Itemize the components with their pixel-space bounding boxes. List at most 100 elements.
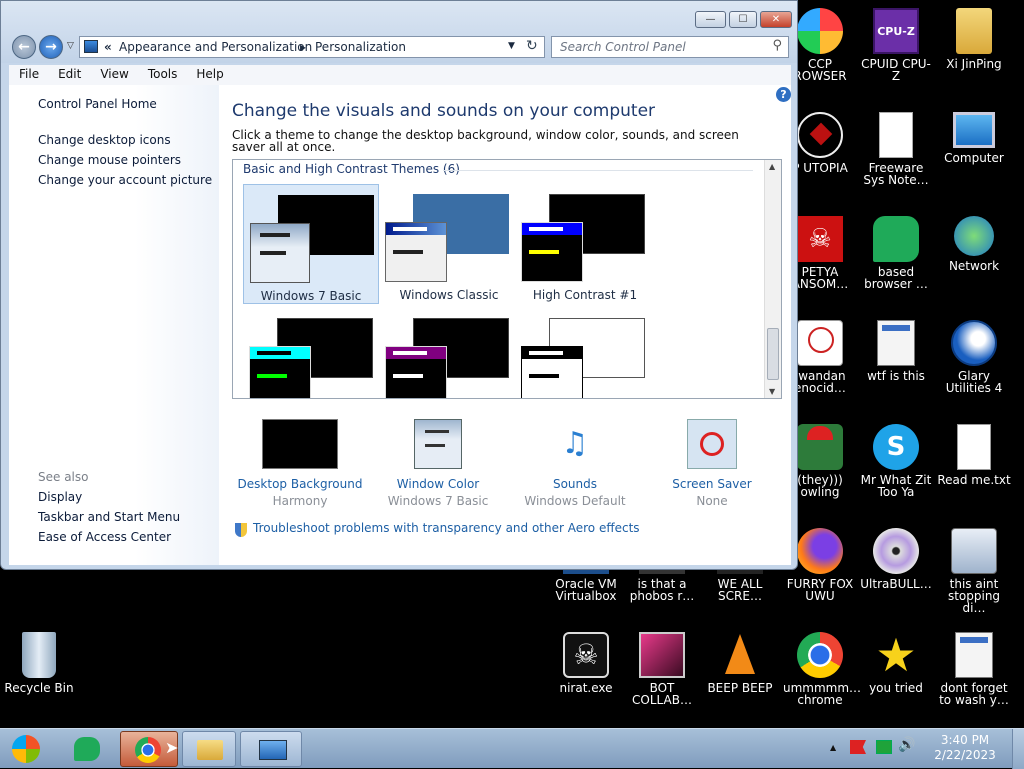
desktop-icon-readme[interactable]: Read me.txt (935, 424, 1013, 524)
search-input[interactable]: Search Control Panel ⚲ (551, 36, 789, 58)
help-icon[interactable]: ? (776, 87, 791, 102)
theme-high-contrast-white[interactable] (517, 310, 653, 398)
desktop-icon-cpuz[interactable]: CPU-Z CPUID CPU-Z (857, 8, 935, 108)
desktop-icon-xi-jinping[interactable]: Xi JinPing (935, 8, 1013, 108)
search-icon[interactable]: ⚲ (772, 38, 782, 53)
taskbar-chat-app[interactable] (62, 731, 112, 767)
page-subtitle: Click a theme to change the desktop back… (232, 128, 739, 154)
desktop-icon-wtf-is-this[interactable]: wtf is this (857, 320, 935, 420)
theme-preview-bar (529, 374, 559, 378)
control-panel-icon (259, 740, 287, 760)
refresh-icon[interactable]: ↻ (526, 38, 538, 54)
minimize-button[interactable]: — (695, 11, 726, 28)
back-button[interactable]: ← (12, 35, 36, 59)
chrome-icon (135, 737, 161, 763)
window-color-item[interactable]: Window Color Windows 7 Basic (368, 419, 508, 508)
breadcrumb-overflow-icon[interactable]: « (104, 40, 112, 54)
screen-saver-item[interactable]: Screen Saver None (642, 419, 782, 508)
desktop-icon-recycle-bin[interactable]: Recycle Bin (0, 632, 78, 732)
desktop-icon-based-browser[interactable]: based browser … (857, 216, 935, 316)
menu-edit[interactable]: Edit (48, 65, 90, 81)
forward-button[interactable]: → (39, 35, 63, 59)
search-placeholder: Search Control Panel (560, 40, 686, 54)
desktop-icon-ultrabull[interactable]: UltraBULL… (857, 528, 935, 628)
desktop-icon-skype[interactable]: S Mr What Zit Too Ya (857, 424, 935, 524)
desktop-icon-chrome[interactable]: ummmmm… chrome (781, 632, 861, 732)
breadcrumb-chevron-icon[interactable]: ▸ (300, 40, 306, 54)
text-file-icon (957, 424, 991, 470)
vlc-icon (717, 632, 763, 678)
screen-saver-value: None (696, 494, 728, 508)
menu-help[interactable]: Help (186, 65, 232, 81)
volume-icon[interactable]: 🔊 (898, 737, 915, 753)
skype-icon: S (873, 424, 919, 470)
screen-saver-icon (687, 419, 737, 469)
desktop-icon-bot-collab[interactable]: BOT COLLAB… (623, 632, 701, 732)
link-ease-of-access[interactable]: Ease of Access Center (38, 530, 171, 544)
address-dropdown-icon[interactable]: ▼ (508, 41, 515, 51)
desktop-icon-nirat[interactable]: ☠ nirat.exe (547, 632, 625, 732)
taskbar-explorer[interactable] (182, 731, 236, 767)
breadcrumb-appearance[interactable]: Appearance and Personalization (119, 40, 312, 54)
link-taskbar-start-menu[interactable]: Taskbar and Start Menu (38, 510, 180, 524)
taskbar-control-panel[interactable] (240, 731, 302, 767)
theme-name: Windows Classic (399, 288, 499, 302)
link-display[interactable]: Display (38, 490, 82, 504)
desktop-icon-computer[interactable]: Computer (935, 112, 1013, 212)
gnome-icon (797, 424, 843, 470)
desktop-icon-you-tried[interactable]: ★ you tried (857, 632, 935, 732)
link-control-panel-home[interactable]: Control Panel Home (38, 97, 157, 111)
theme-windows-classic[interactable]: Windows Classic (381, 184, 517, 304)
theme-high-contrast-1[interactable]: High Contrast #1 (517, 184, 653, 304)
menu-tools[interactable]: Tools (138, 65, 187, 81)
window-color-title[interactable]: Window Color (368, 477, 508, 491)
desktop-background-item[interactable]: Desktop Background Harmony (230, 419, 370, 508)
app-window-icon (955, 632, 993, 678)
start-button[interactable] (6, 731, 46, 767)
scroll-down-icon[interactable]: ▼ (769, 387, 775, 396)
computer-icon (953, 112, 995, 148)
close-button[interactable]: ✕ (760, 11, 792, 28)
link-change-account-picture[interactable]: Change your account picture (38, 173, 212, 187)
theme-preview-bar (529, 351, 563, 355)
taskbar-chrome[interactable]: ➤ (120, 731, 178, 767)
desktop-icon-vlc[interactable]: BEEP BEEP (701, 632, 779, 732)
clock[interactable]: 3:40 PM 2/22/2023 (925, 733, 1005, 763)
window-color-value: Windows 7 Basic (387, 494, 489, 508)
desktop-icon-glary[interactable]: Glary Utilities 4 (935, 320, 1013, 420)
maximize-button[interactable]: ☐ (729, 11, 757, 28)
scroll-up-icon[interactable]: ▲ (769, 162, 775, 171)
scroll-thumb[interactable] (767, 328, 779, 380)
taskbar: ➤ ▲ 🔊 3:40 PM 2/22/2023 (0, 728, 1024, 769)
theme-list-scrollbar[interactable]: ▲ ▼ (764, 160, 781, 398)
theme-preview-bar (393, 227, 427, 231)
folder-icon (197, 740, 223, 760)
breadcrumb-personalization[interactable]: Personalization (315, 40, 406, 54)
show-desktop-button[interactable] (1012, 729, 1024, 769)
network-tray-icon[interactable] (876, 740, 892, 754)
menu-file[interactable]: File (9, 65, 48, 81)
theme-list[interactable]: Basic and High Contrast Themes (6) ▲ ▼ W… (232, 159, 782, 399)
sounds-value: Windows Default (524, 494, 626, 508)
recent-pages-dropdown-icon[interactable]: ▽ (67, 41, 74, 51)
sounds-title[interactable]: Sounds (505, 477, 645, 491)
screen-saver-title[interactable]: Screen Saver (642, 477, 782, 491)
installer-icon (951, 528, 997, 574)
address-bar[interactable]: « Appearance and Personalization ▸ Perso… (79, 36, 545, 58)
sounds-item[interactable]: ♫ Sounds Windows Default (505, 419, 645, 508)
tray-overflow-icon[interactable]: ▲ (830, 743, 836, 752)
link-change-mouse-pointers[interactable]: Change mouse pointers (38, 153, 181, 167)
desktop-icon-dont-forget[interactable]: dont forget to wash y… (935, 632, 1013, 732)
desktop-background-title[interactable]: Desktop Background (230, 477, 370, 491)
troubleshoot-link[interactable]: Troubleshoot problems with transparency … (253, 521, 640, 535)
meme-icon (797, 320, 843, 366)
theme-high-contrast-2[interactable] (243, 310, 379, 398)
menu-view[interactable]: View (90, 65, 137, 81)
desktop-icon-installer[interactable]: this aint stopping di… (935, 528, 1013, 628)
theme-windows-7-basic[interactable]: Windows 7 Basic (243, 184, 379, 304)
link-change-desktop-icons[interactable]: Change desktop icons (38, 133, 171, 147)
desktop-icon-freeware-notes[interactable]: Freeware Sys Note… (857, 112, 935, 212)
action-center-flag-icon[interactable] (850, 740, 866, 754)
theme-high-contrast-black[interactable] (381, 310, 517, 398)
desktop-icon-network[interactable]: Network (935, 216, 1013, 316)
